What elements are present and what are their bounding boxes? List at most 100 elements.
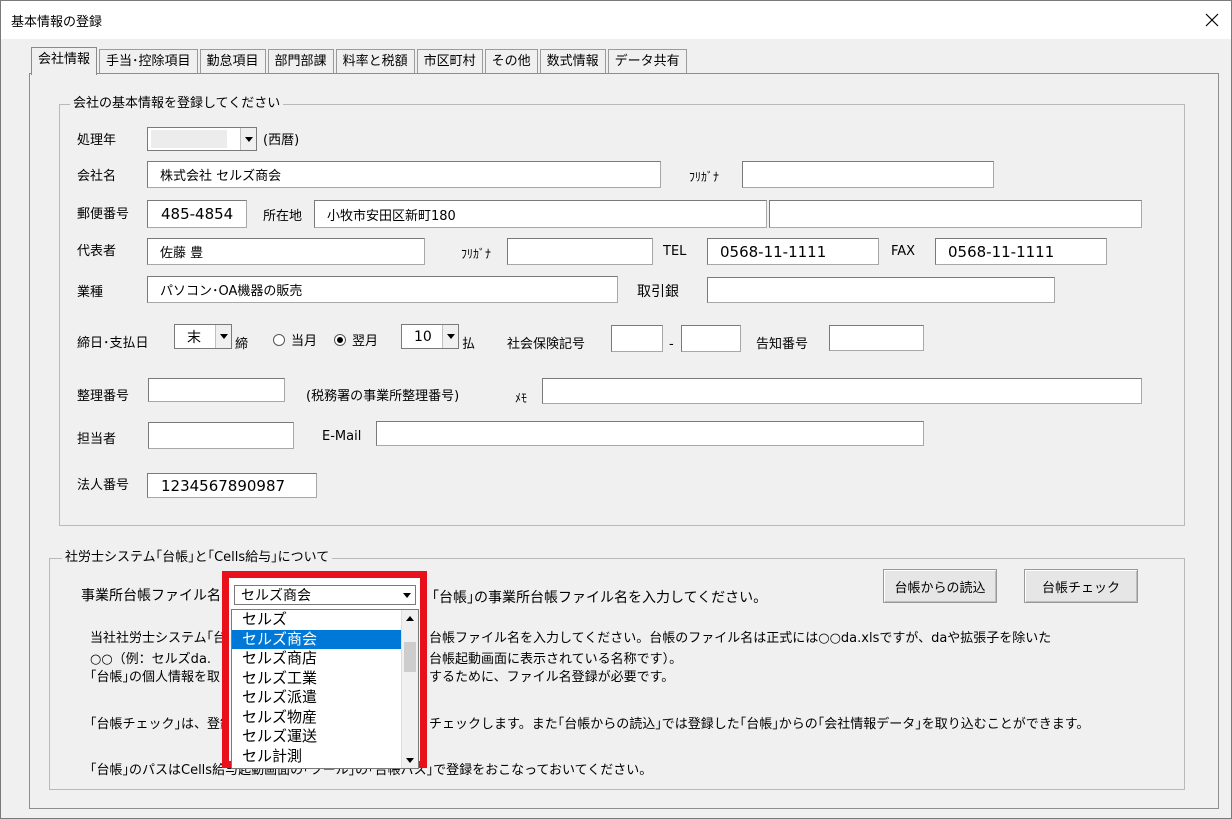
social-insurance-input-1[interactable] xyxy=(611,325,663,352)
closing-day-combo[interactable]: 末 xyxy=(174,324,232,349)
year-dropdown-arrow[interactable] xyxy=(240,128,256,150)
chevron-down-icon xyxy=(446,334,455,339)
title-bar: 基本情報の登録 xyxy=(1,1,1231,39)
postal-label: 郵便番号 xyxy=(77,207,130,222)
fax-label: FAX xyxy=(891,244,916,259)
tel-label: TEL xyxy=(663,244,687,259)
scroll-down-button[interactable] xyxy=(402,752,418,768)
ledger-file-combo[interactable]: セルズ商会 xyxy=(234,585,416,605)
closing-day-dropdown-arrow[interactable] xyxy=(215,325,231,348)
staff-input[interactable] xyxy=(148,422,294,449)
notice-number-label: 告知番号 xyxy=(756,337,809,352)
radio-next-month-dot xyxy=(334,333,346,346)
pay-suffix: 払 xyxy=(462,337,476,352)
tab-department[interactable]: 部門部課 xyxy=(267,49,334,74)
representative-input[interactable]: 佐藤 豊 xyxy=(147,238,425,265)
tab-formula[interactable]: 数式情報 xyxy=(539,49,606,74)
address-input-2[interactable] xyxy=(769,200,1142,228)
pay-day-dropdown-arrow[interactable] xyxy=(442,325,458,348)
options-scrollbar[interactable] xyxy=(401,610,418,768)
memo-input[interactable] xyxy=(542,378,1142,404)
representative-kana-input[interactable] xyxy=(507,238,653,265)
representative-kana-label: ﾌﾘｶﾞﾅ xyxy=(461,247,492,261)
dropdown-option[interactable]: セルズ物産 xyxy=(232,708,418,728)
company-name-input[interactable]: 株式会社 セルズ商会 xyxy=(147,161,661,188)
radio-current-month-dot xyxy=(273,333,285,346)
tab-municipality[interactable]: 市区町村 xyxy=(416,49,483,74)
ref-number-input[interactable] xyxy=(148,378,285,402)
company-name-label: 会社名 xyxy=(77,169,117,184)
postal-input[interactable]: 485-4854 xyxy=(147,200,247,228)
representative-label: 代表者 xyxy=(77,244,117,259)
dropdown-option[interactable]: セル計測 xyxy=(232,747,418,767)
closing-label: 締日･支払日 xyxy=(77,336,149,351)
dropdown-option[interactable]: セルズ運送 xyxy=(232,727,418,747)
window-title: 基本情報の登録 xyxy=(11,15,103,30)
chevron-down-icon xyxy=(403,592,411,598)
ledger-file-hint: ｢台帳｣の事業所台帳ファイル名を入力してください。 xyxy=(432,590,768,606)
address-input-1[interactable]: 小牧市安田区新町180 xyxy=(314,200,767,228)
radio-next-month[interactable]: 翌月 xyxy=(334,330,378,349)
tab-attendance[interactable]: 勤怠項目 xyxy=(199,49,266,74)
industry-label: 業種 xyxy=(77,285,104,300)
radio-next-month-label: 翌月 xyxy=(352,334,379,349)
closing-day-value: 末 xyxy=(187,329,201,346)
industry-input[interactable]: パソコン･OA機器の販売 xyxy=(147,276,618,303)
company-kana-label: ﾌﾘｶﾞﾅ xyxy=(689,170,720,184)
company-kana-input[interactable] xyxy=(742,161,994,188)
ledger-check-button[interactable]: 台帳チェック xyxy=(1024,569,1138,603)
tab-other[interactable]: その他 xyxy=(484,49,538,74)
address-label: 所在地 xyxy=(263,209,303,224)
dropdown-option[interactable]: セルズ xyxy=(232,610,418,630)
company-info-legend: 会社の基本情報を登録してください xyxy=(70,96,284,112)
close-icon xyxy=(1205,13,1219,27)
dropdown-option[interactable]: セルズ派遣 xyxy=(232,688,418,708)
chevron-up-icon xyxy=(406,615,414,621)
tel-input[interactable]: 0568-11-1111 xyxy=(707,238,879,265)
staff-label: 担当者 xyxy=(77,432,117,447)
dropdown-option[interactable]: セルズ商店 xyxy=(232,649,418,669)
scroll-thumb[interactable] xyxy=(404,642,416,672)
bank-input[interactable] xyxy=(707,277,1055,303)
year-blurred-value xyxy=(151,130,227,148)
notice-number-input[interactable] xyxy=(829,325,924,351)
memo-label: ﾒﾓ xyxy=(515,391,528,405)
ledger-para1-line3-b: するために、ファイル名登録が必要です。 xyxy=(429,670,675,685)
social-insurance-label: 社会保険記号 xyxy=(507,337,586,352)
ledger-para2-b: チェックします。また｢台帳からの読込｣では登録した｢台帳｣からの｢会社情報データ… xyxy=(429,717,1090,732)
tab-rates[interactable]: 料率と税額 xyxy=(335,49,415,74)
dropdown-option[interactable]: セルズ工業 xyxy=(232,669,418,689)
read-from-ledger-button[interactable]: 台帳からの読込 xyxy=(883,569,997,603)
social-insurance-input-2[interactable] xyxy=(681,325,741,352)
ledger-legend: 社労士システム｢台帳｣と｢Cells給与｣について xyxy=(62,550,333,566)
ref-number-note: (税務署の事業所整理番号) xyxy=(306,389,460,404)
ledger-file-options-list: セルズ セルズ商会 セルズ商店 セルズ工業 セルズ派遣 セルズ物産 セルズ運送 セル計測 xyxy=(231,609,419,769)
fax-input[interactable]: 0568-11-1111 xyxy=(935,238,1107,265)
dialog-window: 基本情報の登録 会社情報 手当･控除項目 勤怠項目 部門部課 料率と税額 市区町村 その他数… xyxy=(0,0,1232,819)
tab-company[interactable]: 会社情報 xyxy=(31,47,98,75)
pay-day-combo[interactable]: 10 xyxy=(401,324,459,349)
ledger-para1-line1-a: 当社社労士システム｢台 xyxy=(90,631,227,646)
social-insurance-dash: - xyxy=(669,337,674,352)
ledger-file-dropdown-arrow[interactable] xyxy=(399,586,415,604)
email-input[interactable] xyxy=(376,421,924,446)
corporate-number-input[interactable]: 1234567890987 xyxy=(147,473,317,498)
ledger-para1-line1-b: 台帳ファイル名を入力してください。台帳のファイル名は正式には○○da.xlsです… xyxy=(429,631,1052,646)
radio-current-month[interactable]: 当月 xyxy=(273,330,317,349)
tab-data-share[interactable]: データ共有 xyxy=(607,49,687,74)
scroll-up-button[interactable] xyxy=(402,610,418,626)
ledger-file-value: セルズ商会 xyxy=(241,588,311,604)
corporate-number-label: 法人番号 xyxy=(77,478,130,493)
closing-suffix: 締 xyxy=(235,337,249,352)
email-label: E-Mail xyxy=(322,429,362,444)
ledger-para1-line2-a: ○○（例：セルズda. xyxy=(90,652,212,667)
year-note: (西暦) xyxy=(263,133,300,148)
ledger-file-dropdown-highlight: セルズ商会 セルズ セルズ商会 セルズ商店 セルズ工業 セルズ派遣 セルズ物産 セルズ運送セ… xyxy=(222,571,427,769)
chevron-down-icon xyxy=(219,334,228,339)
dropdown-option[interactable]: セルズ商会 xyxy=(232,629,418,649)
ledger-file-label: 事業所台帳ファイル名 xyxy=(81,588,221,604)
pay-day-value: 10 xyxy=(414,328,432,345)
tab-allowance[interactable]: 手当･控除項目 xyxy=(99,49,198,74)
chevron-down-icon xyxy=(406,757,414,763)
close-button[interactable] xyxy=(1197,5,1227,35)
